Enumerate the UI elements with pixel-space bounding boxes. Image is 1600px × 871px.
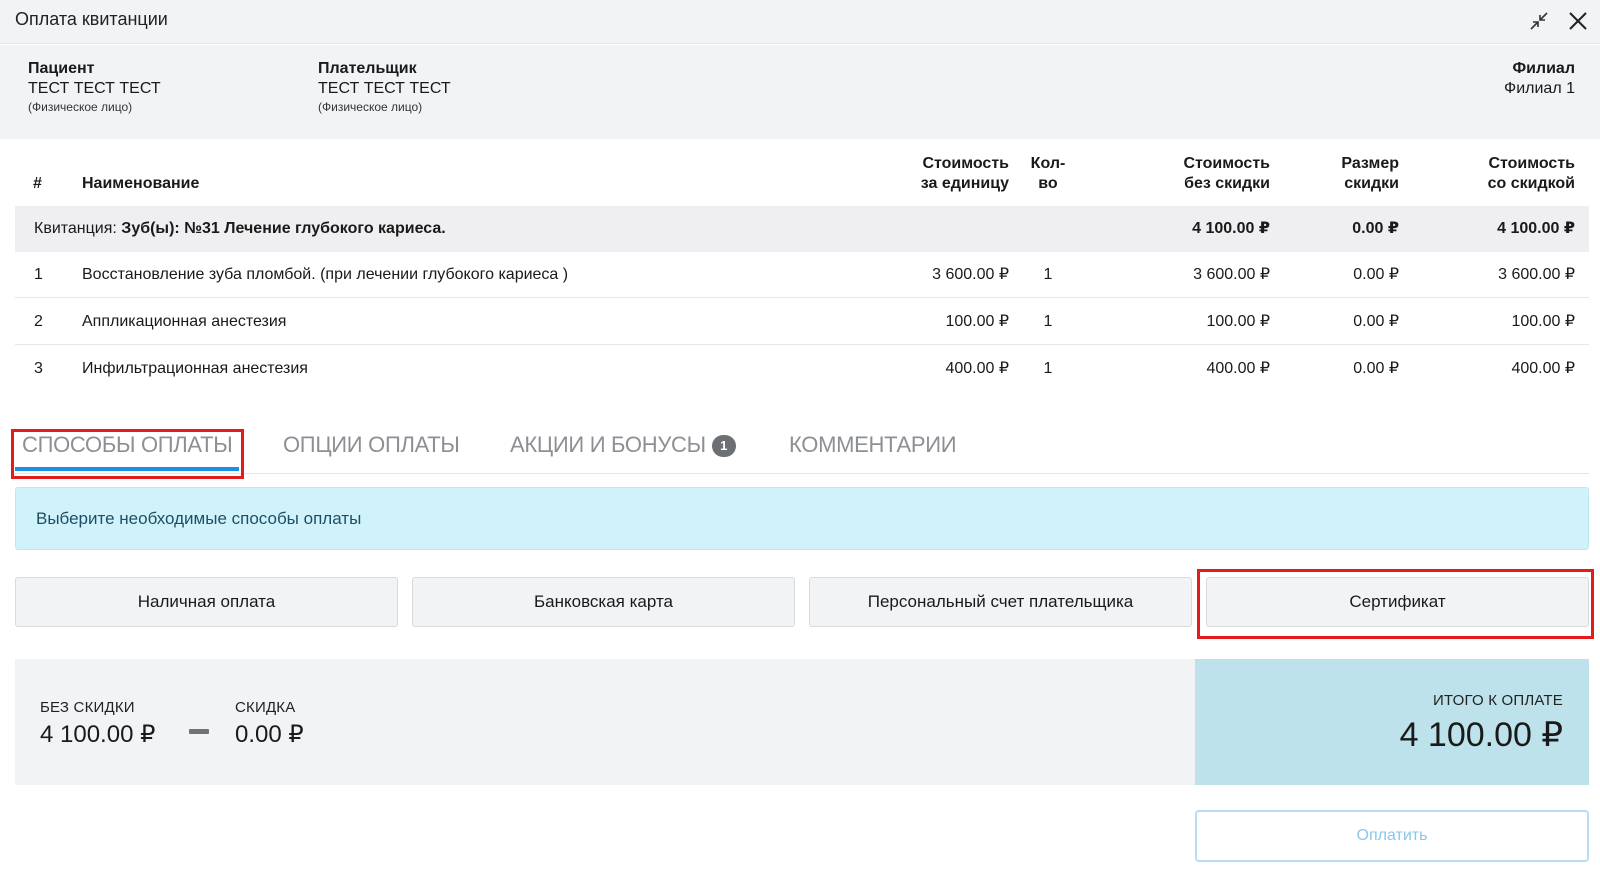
row-qty: 1 — [1043, 266, 1053, 283]
dialog-titlebar: Оплата квитанции — [0, 0, 1600, 44]
dialog-title: Оплата квитанции — [15, 9, 168, 29]
row-no-discount: 400.00 ₽ — [1206, 360, 1270, 377]
branch-info: Филиал Филиал 1 — [1504, 60, 1575, 100]
discount-label: СКИДКА — [235, 699, 296, 716]
table-group-row: Квитанция: Зуб(ы): №31 Лечение глубокого… — [15, 206, 1589, 252]
payer-info: Плательщик ТЕСТ ТЕСТ ТЕСТ (Физическое ли… — [318, 60, 451, 114]
row-name: Инфильтрационная анестезия — [82, 360, 308, 377]
tab-payment-options[interactable]: ОПЦИИ ОПЛАТЫ — [283, 432, 460, 458]
patient-name: ТЕСТ ТЕСТ ТЕСТ — [28, 80, 161, 97]
row-num: 2 — [34, 313, 43, 330]
col-name-header: Наименование — [82, 175, 200, 192]
patient-info: Пациент ТЕСТ ТЕСТ ТЕСТ (Физическое лицо) — [28, 60, 161, 114]
promotions-count-badge: 1 — [711, 435, 736, 457]
branch-label: Филиал — [1512, 60, 1575, 77]
payment-summary: БЕЗ СКИДКИ 4 100.00 ₽ СКИДКА 0.00 ₽ — [15, 659, 1195, 785]
cash-payment-button[interactable]: Наличная оплата — [15, 577, 398, 627]
total-value: 4 100.00 ₽ — [1399, 716, 1563, 754]
row-unit-price: 3 600.00 ₽ — [932, 266, 1009, 283]
row-name: Аппликационная анестезия — [82, 313, 287, 330]
receipt-info: Пациент ТЕСТ ТЕСТ ТЕСТ (Физическое лицо)… — [0, 45, 1600, 139]
info-alert: Выберите необходимые способы оплаты — [15, 487, 1589, 550]
personal-account-button[interactable]: Персональный счет плательщика — [809, 577, 1192, 627]
collapse-icon[interactable] — [1526, 8, 1552, 34]
close-icon[interactable] — [1565, 8, 1591, 34]
row-qty: 1 — [1043, 313, 1053, 330]
tab-promotions[interactable]: АКЦИИ И БОНУСЫ 1 — [510, 432, 736, 458]
table-row: 2 Аппликационная анестезия 100.00 ₽ 1 10… — [15, 299, 1589, 345]
row-num: 3 — [34, 360, 43, 377]
col-num-header: # — [33, 175, 42, 192]
alert-text: Выберите необходимые способы оплаты — [36, 509, 362, 528]
no-discount-label: БЕЗ СКИДКИ — [40, 699, 135, 716]
row-discount: 0.00 ₽ — [1353, 266, 1399, 283]
patient-label: Пациент — [28, 60, 95, 77]
table-row: 1 Восстановление зуба пломбой. (при лече… — [15, 252, 1589, 298]
group-discount: 0.00 ₽ — [1352, 220, 1399, 237]
table-body: Квитанция: Зуб(ы): №31 Лечение глубокого… — [15, 206, 1589, 392]
total-panel: ИТОГО К ОПЛАТЕ 4 100.00 ₽ — [1195, 659, 1589, 785]
tab-highlight-frame — [11, 429, 244, 479]
table-header: # Наименование Стоимость за единицу Кол-… — [15, 150, 1589, 210]
row-qty: 1 — [1043, 360, 1053, 377]
bank-card-button[interactable]: Банковская карта — [412, 577, 795, 627]
group-title: Квитанция: Зуб(ы): №31 Лечение глубокого… — [34, 220, 446, 237]
payer-type: (Физическое лицо) — [318, 100, 423, 114]
row-unit-price: 400.00 ₽ — [945, 360, 1009, 377]
row-with-discount: 3 600.00 ₽ — [1498, 266, 1575, 283]
row-name: Восстановление зуба пломбой. (при лечени… — [82, 266, 569, 283]
row-discount: 0.00 ₽ — [1353, 360, 1399, 377]
branch-name: Филиал 1 — [1504, 80, 1575, 97]
row-with-discount: 100.00 ₽ — [1511, 313, 1575, 330]
row-discount: 0.00 ₽ — [1353, 313, 1399, 330]
payer-name: ТЕСТ ТЕСТ ТЕСТ — [318, 80, 451, 97]
col-qty-header: Кол- во — [1030, 155, 1066, 192]
group-with-discount: 4 100.00 ₽ — [1497, 220, 1575, 237]
col-no-discount-header: Стоимость без скидки — [1183, 155, 1270, 192]
discount-value: 0.00 ₽ — [235, 721, 304, 748]
row-no-discount: 3 600.00 ₽ — [1193, 266, 1270, 283]
certificate-highlight-frame — [1197, 569, 1594, 639]
table-row: 3 Инфильтрационная анестезия 400.00 ₽ 1 … — [15, 346, 1589, 392]
payment-tabs: СПОСОБЫ ОПЛАТЫ ОПЦИИ ОПЛАТЫ АКЦИИ И БОНУ… — [15, 410, 1589, 474]
pay-button[interactable]: Оплатить — [1195, 810, 1589, 862]
col-discount-header: Размер скидки — [1341, 155, 1399, 192]
row-no-discount: 100.00 ₽ — [1206, 313, 1270, 330]
total-label: ИТОГО К ОПЛАТЕ — [1432, 692, 1563, 709]
patient-type: (Физическое лицо) — [28, 100, 133, 114]
no-discount-value: 4 100.00 ₽ — [40, 721, 156, 748]
payer-label: Плательщик — [318, 60, 417, 77]
group-no-discount: 4 100.00 ₽ — [1192, 220, 1270, 237]
col-with-discount-header: Стоимость со скидкой — [1487, 155, 1575, 192]
row-num: 1 — [34, 266, 43, 283]
row-unit-price: 100.00 ₽ — [945, 313, 1009, 330]
tab-comments[interactable]: КОММЕНТАРИИ — [789, 432, 957, 458]
row-with-discount: 400.00 ₽ — [1511, 360, 1575, 377]
col-unit-price-header: Стоимость за единицу — [920, 155, 1009, 192]
minus-icon — [189, 729, 209, 734]
